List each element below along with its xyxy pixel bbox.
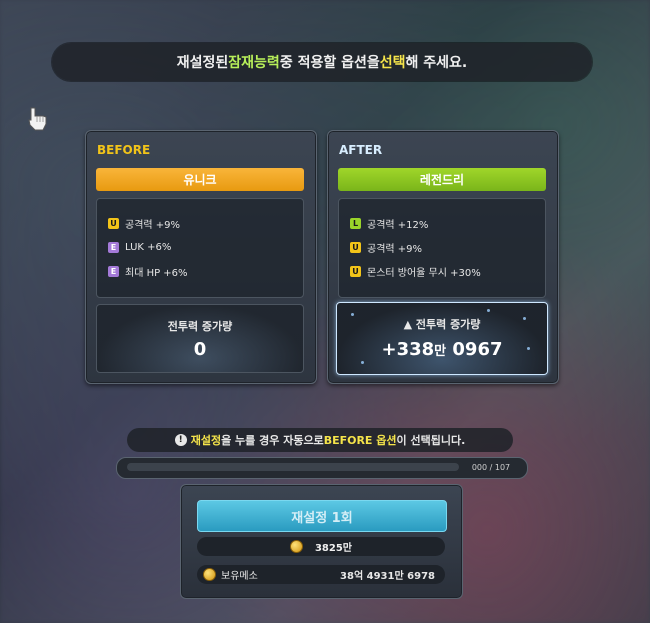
after-option-2-text: 공격력 +9% bbox=[367, 243, 423, 255]
after-cp-value-part-2: 0967 bbox=[446, 339, 503, 360]
instruction-text-3: 해 주세요. bbox=[405, 55, 468, 71]
cost-row: 3825만 bbox=[197, 537, 445, 556]
before-grade-bar: 유니크 bbox=[96, 168, 304, 191]
triangle-up-icon: ▲ bbox=[403, 318, 413, 331]
reset-button[interactable]: 재설정 1회 bbox=[197, 500, 447, 532]
before-cp-value: 0 bbox=[193, 339, 207, 360]
after-option-1: L 공격력 +12% bbox=[350, 216, 429, 231]
held-meso-label: 보유메소 bbox=[221, 571, 258, 582]
instruction-banner: 재설정된 잠재능력 중 적용할 옵션을 선택 해 주세요. bbox=[52, 43, 592, 81]
before-option-2-text: LUK +6% bbox=[125, 241, 172, 253]
before-heading: BEFORE bbox=[97, 143, 151, 157]
instruction-highlight-select: 선택 bbox=[379, 55, 406, 71]
before-panel[interactable]: BEFORE 유니크 U 공격력 +9% E LUK +6% E 최대 HP +… bbox=[85, 130, 317, 384]
unique-grade-icon: U bbox=[108, 217, 119, 229]
epic-grade-icon: E bbox=[108, 241, 119, 253]
after-heading: AFTER bbox=[339, 143, 383, 157]
warning-highlight-before: BEFORE 옵션 bbox=[323, 434, 397, 447]
warning-text-1: 을 누를 경우 자동으로 bbox=[221, 434, 324, 447]
held-meso-value: 38억 4931만 6978 bbox=[340, 571, 435, 582]
before-cp-title: 전투력 증가량 bbox=[167, 320, 233, 333]
warning-banner: ! 재설정 을 누를 경우 자동으로 BEFORE 옵션 이 선택됩니다. bbox=[127, 428, 513, 452]
before-combat-power-box: 전투력 증가량 0 bbox=[96, 304, 304, 373]
instruction-text-1: 재설정된 bbox=[176, 55, 229, 71]
after-cp-value: +338만 0967 bbox=[337, 339, 547, 360]
after-cp-title-text: 전투력 증가량 bbox=[415, 318, 481, 331]
before-option-3-text: 최대 HP +6% bbox=[125, 267, 188, 279]
before-option-1: U 공격력 +9% bbox=[108, 216, 181, 231]
instruction-highlight-potential: 잠재능력 bbox=[228, 55, 280, 71]
warning-text-2: 이 선택됩니다. bbox=[396, 434, 466, 447]
after-combat-power-box: ▲ 전투력 증가량 +338만 0967 bbox=[336, 302, 548, 375]
legendary-grade-icon: L bbox=[350, 217, 361, 229]
after-options-box: L 공격력 +12% U 공격력 +9% U 몬스터 방어율 무시 +30% bbox=[338, 198, 546, 298]
before-option-3: E 최대 HP +6% bbox=[108, 264, 188, 279]
pointer-hand-icon bbox=[28, 107, 47, 131]
exclamation-icon: ! bbox=[174, 434, 187, 446]
before-option-2: E LUK +6% bbox=[108, 240, 171, 254]
unique-grade-icon: U bbox=[350, 265, 361, 277]
after-option-1-text: 공격력 +12% bbox=[367, 219, 429, 231]
after-option-3-text: 몬스터 방어율 무시 +30% bbox=[367, 267, 481, 279]
before-options-box: U 공격력 +9% E LUK +6% E 최대 HP +6% bbox=[96, 198, 304, 298]
cost-value: 3825만 bbox=[314, 543, 353, 554]
unique-grade-icon: U bbox=[350, 241, 361, 253]
after-grade-bar: 레전드리 bbox=[338, 168, 546, 191]
after-option-2: U 공격력 +9% bbox=[350, 240, 423, 255]
warning-highlight-reset: 재설정 bbox=[190, 434, 222, 447]
epic-grade-icon: E bbox=[108, 265, 119, 277]
progress-track bbox=[127, 463, 459, 471]
action-panel: 재설정 1회 3825만 보유메소 38억 4931만 6978 bbox=[180, 484, 463, 599]
after-cp-value-unit: 만 bbox=[434, 344, 447, 359]
held-meso-row: 보유메소 38억 4931만 6978 bbox=[197, 565, 445, 584]
before-option-1-text: 공격력 +9% bbox=[125, 219, 181, 231]
meso-coin-icon bbox=[289, 540, 303, 553]
after-cp-title: ▲ 전투력 증가량 bbox=[337, 316, 547, 332]
instruction-text-2: 중 적용할 옵션을 bbox=[279, 55, 380, 71]
progress-bar: 000 / 107 bbox=[116, 457, 528, 479]
progress-count: 000 / 107 bbox=[471, 462, 511, 472]
after-cp-value-part-1: +338 bbox=[381, 339, 435, 360]
after-option-3: U 몬스터 방어율 무시 +30% bbox=[350, 264, 481, 279]
meso-coin-icon bbox=[203, 568, 216, 581]
after-panel[interactable]: AFTER 레전드리 L 공격력 +12% U 공격력 +9% U 몬스터 방어… bbox=[327, 130, 559, 384]
